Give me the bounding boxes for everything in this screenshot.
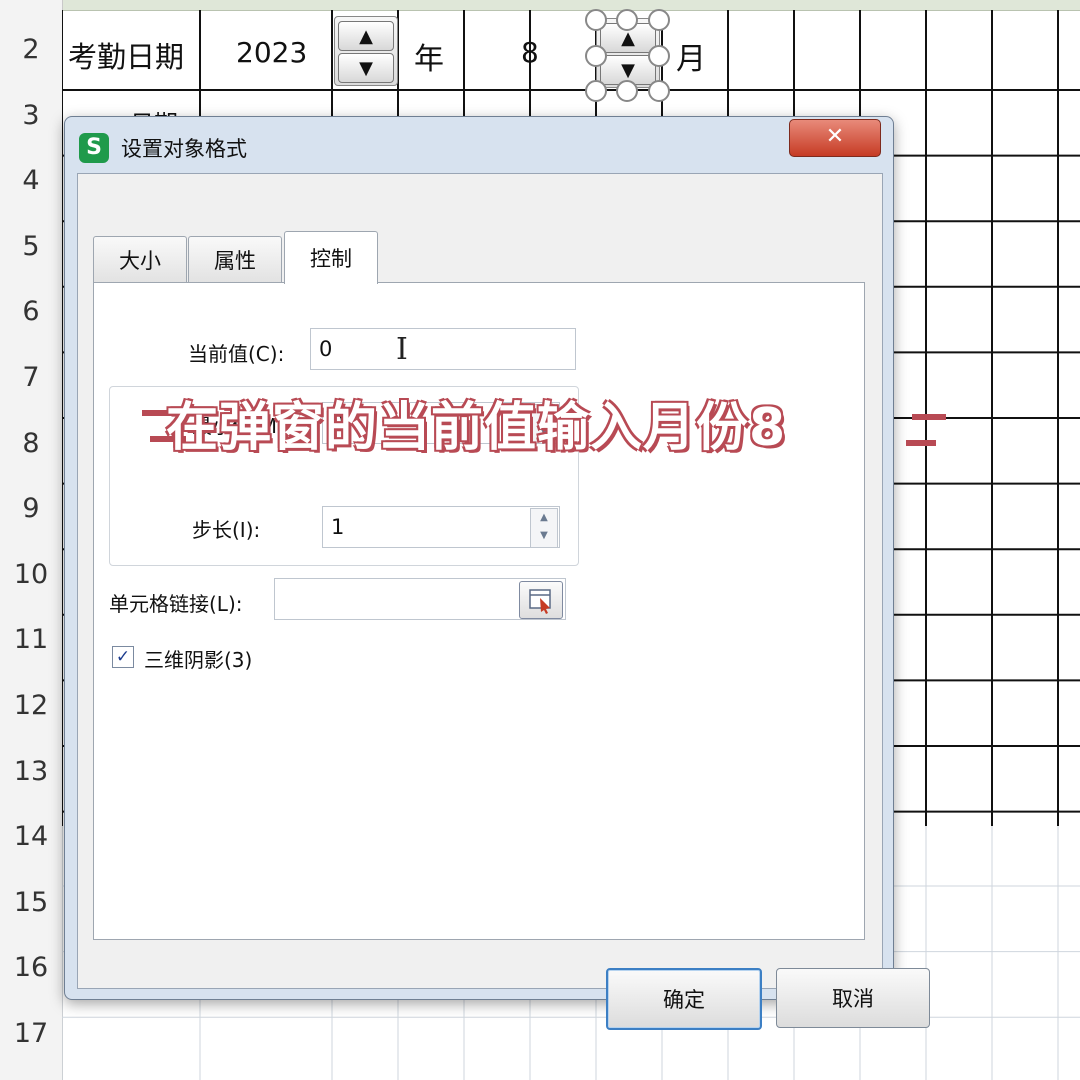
spin-down-icon[interactable]: ▼ — [531, 527, 557, 545]
selection-handle[interactable] — [585, 9, 607, 31]
selection-handle[interactable] — [616, 80, 638, 102]
row-number[interactable]: 10 — [0, 559, 62, 590]
current-value-label: 当前值(C): — [188, 342, 285, 366]
row-number[interactable]: 11 — [0, 624, 62, 655]
dialog-title: 设置对象格式 — [121, 137, 247, 161]
shadow-label[interactable]: 三维阴影(3) — [144, 644, 252, 673]
tutorial-caption: 在弹窗的当前值输入月份8 — [166, 398, 787, 458]
selection-handle[interactable] — [616, 9, 638, 31]
cell-link-label: 单元格链接(L): — [109, 592, 243, 616]
current-value-input[interactable]: 0 — [310, 328, 576, 370]
row-number[interactable]: 16 — [0, 952, 62, 983]
row-number[interactable]: 2 — [0, 34, 62, 65]
year-label-cell[interactable]: 年 — [414, 34, 444, 78]
tab-control[interactable]: 控制 — [284, 231, 378, 284]
cell-reference-button[interactable] — [519, 581, 563, 619]
row-number[interactable]: 17 — [0, 1018, 62, 1049]
wps-app-icon: S — [79, 133, 109, 163]
row-number[interactable]: 12 — [0, 690, 62, 721]
row-number[interactable]: 5 — [0, 231, 62, 262]
attendance-date-label[interactable]: 考勤日期 — [68, 34, 184, 76]
row-number[interactable]: 8 — [0, 428, 62, 459]
step-label: 步长(I): — [192, 518, 261, 542]
format-object-dialog: S 设置对象格式 ✕ 大小 属性 控制 当前值(C): 0 I 最小值(M): … — [64, 116, 930, 1030]
row-number[interactable]: 3 — [0, 100, 62, 131]
caption-stripe — [906, 440, 936, 446]
year-value-cell[interactable]: 2023 — [236, 36, 307, 69]
step-input[interactable]: 1 — [322, 506, 560, 548]
close-button[interactable]: ✕ — [789, 119, 881, 157]
row-number[interactable]: 6 — [0, 296, 62, 327]
spin-up-icon[interactable]: ▲ — [531, 509, 557, 527]
shadow-checkbox[interactable]: ✓ — [112, 646, 134, 668]
cancel-button[interactable]: 取消 — [776, 968, 930, 1028]
caption-stripe — [912, 414, 946, 420]
year-spinner[interactable]: ▲ ▼ — [334, 16, 398, 86]
row-number[interactable]: 14 — [0, 821, 62, 852]
tab-size[interactable]: 大小 — [93, 236, 187, 283]
row-number[interactable]: 4 — [0, 165, 62, 196]
month-label-cell[interactable]: 月 — [676, 34, 706, 78]
selection-handle[interactable] — [648, 80, 670, 102]
selection-handle[interactable] — [648, 9, 670, 31]
dialog-client-area: 大小 属性 控制 当前值(C): 0 I 最小值(M): 0 ▲ ▼ 步长(I)… — [77, 173, 930, 1030]
month-value-cell[interactable]: 8 — [521, 36, 539, 69]
row-header-column — [0, 0, 63, 1080]
spin-up-icon[interactable]: ▲ — [338, 21, 394, 51]
step-stepper[interactable]: ▲ ▼ — [530, 508, 558, 548]
text-cursor-icon: I — [396, 332, 408, 367]
spin-down-icon[interactable]: ▼ — [338, 53, 394, 83]
range-select-icon — [529, 589, 551, 614]
tab-properties[interactable]: 属性 — [188, 236, 282, 283]
selection-handle[interactable] — [585, 80, 607, 102]
selection-handle[interactable] — [585, 45, 607, 67]
row-number[interactable]: 7 — [0, 362, 62, 393]
selection-handle[interactable] — [648, 45, 670, 67]
row-number[interactable]: 9 — [0, 493, 62, 524]
ok-button[interactable]: 确定 — [606, 968, 762, 1030]
row-number[interactable]: 13 — [0, 756, 62, 787]
row-number[interactable]: 15 — [0, 887, 62, 918]
dialog-titlebar[interactable]: S 设置对象格式 ✕ — [65, 117, 893, 173]
